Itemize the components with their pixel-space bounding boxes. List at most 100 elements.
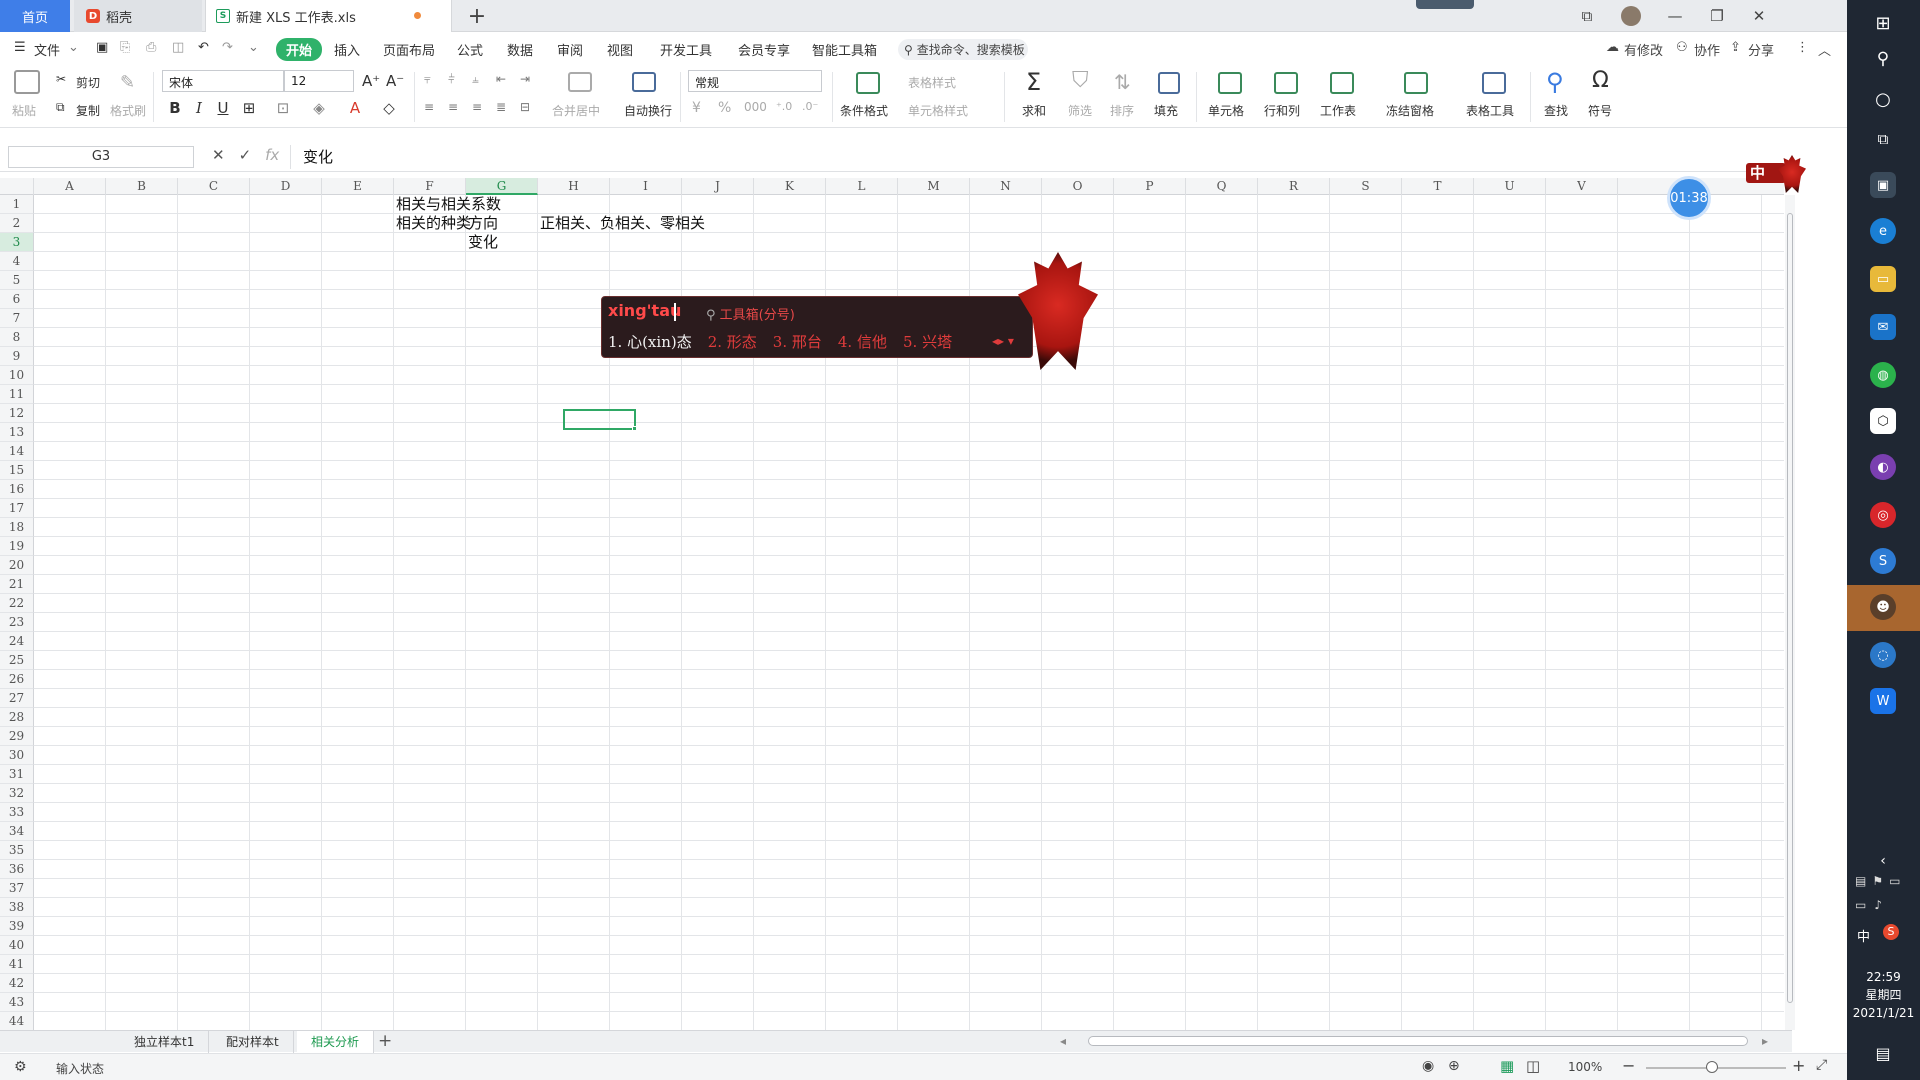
column-header-O[interactable]: O [1042,178,1114,195]
row-header-7[interactable]: 7 [0,309,34,328]
bold-icon[interactable]: B [166,99,184,117]
fill-handle[interactable] [632,426,637,431]
menu-member[interactable]: 会员专享 [738,40,790,59]
align-center-icon[interactable]: ≡ [448,100,458,114]
row-header-11[interactable]: 11 [0,385,34,404]
font-name-select[interactable]: 宋体 [162,70,284,92]
indent-decrease-icon[interactable]: ⇤ [496,72,506,86]
column-header-B[interactable]: B [106,178,178,195]
column-header-H[interactable]: H [538,178,610,195]
cell-H2[interactable]: 正相关、负相关、零相关 [540,214,705,233]
ime-candidate-4[interactable]: 4. 信他 [838,331,887,352]
file-explorer-icon[interactable]: ▭ [1870,266,1896,292]
column-header-Q[interactable]: Q [1186,178,1258,195]
zoom-slider-thumb[interactable] [1706,1061,1718,1073]
decrease-decimal-icon[interactable]: .0⁻ [802,100,818,113]
row-header-44[interactable]: 44 [0,1012,34,1030]
ime-status-badge[interactable]: 中 [1746,155,1808,193]
search-icon[interactable]: ⚲ [1870,46,1896,72]
collapse-ribbon-icon[interactable]: ︿ [1818,40,1831,59]
normal-view-icon[interactable]: ▦ [1500,1057,1514,1075]
row-header-10[interactable]: 10 [0,366,34,385]
row-header-15[interactable]: 15 [0,461,34,480]
cell-F2[interactable]: 相关的种类 [396,214,471,233]
avatar[interactable] [1621,6,1641,26]
tab-docer[interactable]: D 稻壳 [74,0,202,32]
font-color-icon[interactable]: A [346,99,364,117]
row-header-27[interactable]: 27 [0,689,34,708]
chevron-down-icon[interactable]: ⌄ [68,40,79,55]
menu-developer[interactable]: 开发工具 [660,40,712,59]
page-view-icon[interactable]: ◫ [1526,1057,1540,1075]
tray-icons-row1[interactable]: ▤⚑▭ [1855,874,1906,888]
row-header-22[interactable]: 22 [0,594,34,613]
has-changes-label[interactable]: 有修改 [1624,40,1663,59]
filter-button[interactable]: 筛选 [1068,102,1092,119]
column-header-S[interactable]: S [1330,178,1402,195]
column-header-J[interactable]: J [682,178,754,195]
underline-icon[interactable]: U [214,99,232,117]
italic-icon[interactable]: I [190,99,208,117]
layout-icon[interactable]: ⧉ [1579,7,1595,25]
mail-icon[interactable]: ✉ [1870,314,1896,340]
confirm-icon[interactable]: ✓ [239,146,252,164]
indent-increase-icon[interactable]: ⇥ [520,72,530,86]
align-left-icon[interactable]: ≡ [424,100,434,114]
column-header-M[interactable]: M [898,178,970,195]
select-all-corner[interactable] [0,178,34,195]
media-player-icon[interactable]: ◐ [1870,454,1896,480]
close-icon[interactable]: ✕ [1751,7,1767,25]
notification-icon[interactable]: ▤ [1870,1040,1896,1066]
store-icon[interactable]: ▣ [1870,172,1896,198]
network-tool-icon[interactable]: ◌ [1870,642,1896,668]
ime-toolbox[interactable]: ⚲ 工具箱(分号) [706,304,795,323]
menu-file[interactable]: 文件 [34,40,60,59]
hscroll-left-icon[interactable]: ◂ [1060,1034,1066,1048]
sort-button[interactable]: 排序 [1110,102,1134,119]
row-header-36[interactable]: 36 [0,860,34,879]
cancel-icon[interactable]: ✕ [212,146,225,164]
column-header-N[interactable]: N [970,178,1042,195]
align-bottom-icon[interactable]: ⫨ [472,72,479,87]
row-header-6[interactable]: 6 [0,290,34,309]
tray-ime-lang[interactable]: 中 [1857,926,1870,945]
row-header-13[interactable]: 13 [0,423,34,442]
column-header-P[interactable]: P [1114,178,1186,195]
cell-style-button[interactable]: 单元格样式 [908,102,968,119]
new-tab-button[interactable]: + [466,4,488,29]
fill-button[interactable]: 填充 [1154,102,1178,119]
hamburger-menu-icon[interactable]: ☰ [14,40,26,55]
paste-button[interactable]: 粘贴 [12,102,36,119]
fx-icon[interactable]: fx [265,146,279,164]
cell-F1[interactable]: 相关与相关系数 [396,195,501,214]
thousands-icon[interactable]: 000 [744,100,767,114]
row-header-8[interactable]: 8 [0,328,34,347]
menu-insert[interactable]: 插入 [334,40,360,59]
row-header-9[interactable]: 9 [0,347,34,366]
row-header-12[interactable]: 12 [0,404,34,423]
print-icon[interactable]: ⎙ [146,40,156,55]
row-header-29[interactable]: 29 [0,727,34,746]
hscroll-right-icon[interactable]: ▸ [1762,1034,1768,1048]
sheet-tab-independent-t[interactable]: 独立样本t1 [120,1031,210,1053]
sogou-tray-icon[interactable]: S [1883,924,1899,940]
row-header-41[interactable]: 41 [0,955,34,974]
row-header-20[interactable]: 20 [0,556,34,575]
preview-icon[interactable]: ◫ [172,40,184,55]
align-right-icon[interactable]: ≡ [472,100,482,114]
column-header-F[interactable]: F [394,178,466,195]
tab-home[interactable]: 首页 [0,0,70,32]
command-search[interactable]: ⚲ 查找命令、搜索模板 [898,39,1028,60]
row-header-25[interactable]: 25 [0,651,34,670]
copy-button[interactable]: 复制 [76,102,100,119]
column-header-G[interactable]: G [466,178,538,195]
number-format-select[interactable]: 常规 [688,70,822,92]
fill-color-icon[interactable]: ◈ [310,99,328,117]
column-header-I[interactable]: I [610,178,682,195]
find-button[interactable]: 查找 [1544,102,1568,119]
column-header-C[interactable]: C [178,178,250,195]
cell-G2[interactable]: 方向 [468,214,498,233]
tray-expand-icon[interactable]: ‹ [1870,848,1896,874]
wechat-icon[interactable]: ◍ [1870,362,1896,388]
currency-icon[interactable]: ¥ [692,100,701,116]
